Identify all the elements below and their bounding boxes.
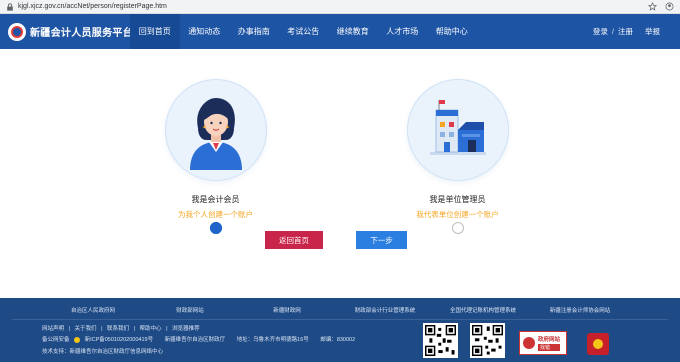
footer-sep: | bbox=[101, 326, 103, 332]
unit-admin-subtitle[interactable]: 我代表单位创建一个账户 bbox=[416, 209, 499, 220]
icp-number[interactable]: 新ICP备05010202000419号 bbox=[85, 337, 154, 343]
nav-item-help[interactable]: 帮助中心 bbox=[427, 14, 477, 49]
url-text[interactable]: kjgl.xjcz.gov.cn/accNet/person/registerP… bbox=[18, 3, 167, 10]
browser-address-bar[interactable]: kjgl.xjcz.gov.cn/accNet/person/registerP… bbox=[0, 0, 680, 14]
building-icon bbox=[429, 100, 486, 155]
unit-admin-title: 我是单位管理员 bbox=[429, 195, 486, 204]
qr-code-icon bbox=[472, 325, 503, 356]
site-footer: 自治区人民政府网 财政部网站 新疆财政网 财政部会计行业管理系统 全国代理记账机… bbox=[0, 298, 680, 362]
nav-item-guide[interactable]: 办事指南 bbox=[229, 14, 279, 49]
gov-badge-line-1: 政府网站 bbox=[538, 337, 561, 343]
tech-support-text: 技术支持：新疆维吾尔自治区财政厅信息网络中心 bbox=[42, 349, 164, 355]
qr-code-1 bbox=[423, 323, 458, 358]
nav-item-news[interactable]: 通知动态 bbox=[180, 14, 230, 49]
footer-contact-link[interactable]: 联系我们 bbox=[107, 326, 129, 332]
postcode-text: 邮编：830002 bbox=[320, 337, 356, 343]
accountant-title: 我是会计会员 bbox=[191, 195, 240, 204]
nav-item-talent[interactable]: 人才市场 bbox=[378, 14, 428, 49]
footer-link-industry-system[interactable]: 财政部会计行业管理系统 bbox=[355, 306, 416, 314]
logo-emblem-icon bbox=[8, 22, 26, 41]
lock-icon bbox=[7, 2, 13, 11]
footer-about-link[interactable]: 关于我们 bbox=[75, 326, 97, 332]
login-link[interactable]: 登录 bbox=[593, 26, 608, 37]
report-link[interactable]: 举报 bbox=[645, 26, 660, 37]
footer-help-link[interactable]: 帮助中心 bbox=[140, 326, 162, 332]
footer-info-row-2: 备公网安备 新ICP备05010202000419号 新疆维吾尔自治区财政厅 地… bbox=[42, 335, 355, 343]
unit-admin-circle[interactable] bbox=[406, 79, 509, 181]
footer-link-gov[interactable]: 自治区人民政府网 bbox=[71, 306, 115, 314]
user-links: 登录 / 注册 举报 bbox=[593, 14, 660, 49]
qr-code-2 bbox=[470, 323, 505, 358]
unit-admin-radio[interactable] bbox=[451, 222, 464, 234]
nav-item-exam[interactable]: 考试公告 bbox=[279, 14, 329, 49]
footer-sep: | bbox=[133, 326, 136, 332]
gov-badge-line-2: 找错 bbox=[538, 344, 561, 351]
site-header: 新疆会计人员服务平台 回到首页 通知动态 办事指南 考试公告 继续教育 人才市场… bbox=[0, 14, 680, 49]
accountant-circle[interactable] bbox=[164, 79, 267, 181]
party-emblem-icon[interactable] bbox=[587, 333, 609, 355]
footer-sep: | bbox=[68, 326, 70, 332]
profile-icon[interactable] bbox=[665, 2, 674, 11]
next-step-button[interactable]: 下一步 bbox=[356, 231, 407, 249]
option-unit-admin[interactable]: 我是单位管理员 我代表单位创建一个账户 bbox=[406, 79, 509, 234]
back-home-button[interactable]: 返回首页 bbox=[265, 231, 323, 249]
footer-info-row-1: 网站声明 | 关于我们 | 联系我们 | 帮助中心 | 浏览器推荐 bbox=[42, 324, 203, 332]
footer-link-mof[interactable]: 财政部网站 bbox=[176, 306, 204, 314]
nav-item-home[interactable]: 回到首页 bbox=[130, 14, 180, 49]
footer-link-cpa[interactable]: 新疆注册会计师协会网站 bbox=[550, 306, 611, 314]
footer-links: 自治区人民政府网 财政部网站 新疆财政网 财政部会计行业管理系统 全国代理记账机… bbox=[0, 306, 680, 318]
site-title: 新疆会计人员服务平台 bbox=[30, 28, 133, 39]
footer-statement-link[interactable]: 网站声明 bbox=[42, 326, 64, 332]
footer-sep: | bbox=[166, 326, 168, 332]
accountant-person-icon bbox=[189, 98, 242, 170]
footer-link-xj-finance[interactable]: 新疆财政网 bbox=[273, 306, 301, 314]
option-accountant[interactable]: 我是会计会员 为我个人创建一个账户 bbox=[164, 79, 267, 234]
site-logo[interactable]: 新疆会计人员服务平台 bbox=[8, 22, 138, 41]
star-icon[interactable] bbox=[648, 2, 657, 11]
footer-browser-link[interactable]: 浏览器推荐 bbox=[172, 326, 200, 332]
accountant-radio[interactable] bbox=[209, 222, 222, 234]
qr-code-icon bbox=[425, 325, 456, 356]
accountant-subtitle[interactable]: 为我个人创建一个账户 bbox=[178, 209, 253, 220]
gov-badge-icon bbox=[523, 337, 535, 349]
gov-site-error-badge[interactable]: 政府网站 找错 bbox=[519, 331, 567, 355]
link-separator: / bbox=[611, 27, 614, 36]
security-record-text: 备公网安备 bbox=[42, 337, 70, 343]
footer-divider bbox=[12, 319, 668, 320]
main-nav: 回到首页 通知动态 办事指南 考试公告 继续教育 人才市场 帮助中心 bbox=[130, 14, 477, 49]
police-badge-icon bbox=[74, 336, 81, 343]
footer-link-agency-system[interactable]: 全国代理记账机构管理系统 bbox=[450, 306, 516, 314]
address-text: 地址：乌鲁木齐市明德路16号 bbox=[236, 337, 309, 343]
register-link[interactable]: 注册 bbox=[618, 26, 633, 37]
sponsor-text: 新疆维吾尔自治区财政厅 bbox=[164, 337, 226, 343]
nav-item-education[interactable]: 继续教育 bbox=[328, 14, 378, 49]
